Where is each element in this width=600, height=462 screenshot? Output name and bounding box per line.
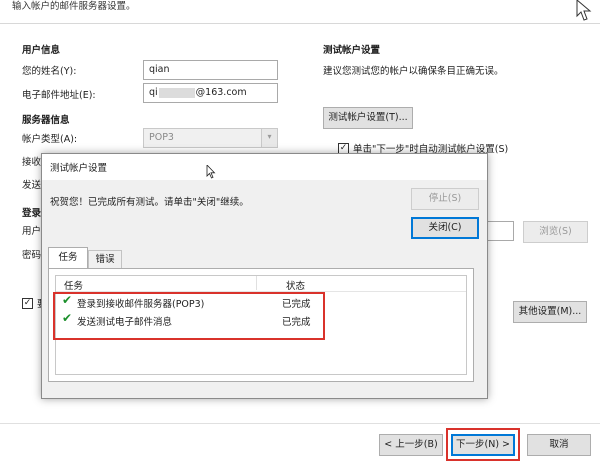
column-header-status[interactable]: 状态 bbox=[286, 278, 305, 292]
name-field[interactable]: qian bbox=[143, 60, 278, 80]
dialog-title: 测试帐户设置 bbox=[50, 163, 108, 174]
chevron-down-icon: ▾ bbox=[261, 129, 277, 147]
footer-divider bbox=[0, 423, 600, 424]
close-button[interactable]: 关闭(C) bbox=[411, 217, 479, 239]
email-label: 电子邮件地址(E): bbox=[22, 90, 96, 101]
test-settings-dialog: 测试帐户设置 祝贺您！已完成所有测试。请单击"关闭"继续。 停止(S) 关闭(C… bbox=[41, 153, 488, 399]
test-settings-title: 测试帐户设置 bbox=[323, 45, 381, 56]
dialog-titlebar bbox=[42, 154, 487, 180]
tab-errors[interactable]: 错误 bbox=[88, 250, 122, 269]
header-text: 输入帐户的邮件服务器设置。 bbox=[12, 1, 136, 12]
test-account-settings-button[interactable]: 测试帐户设置(T)... bbox=[323, 107, 413, 129]
incoming-server-label: 接收 bbox=[22, 157, 42, 168]
test-settings-description: 建议您测试您的帐户以确保条目正确无误。 bbox=[323, 66, 504, 77]
tasks-highlight bbox=[53, 292, 325, 340]
user-info-title: 用户信息 bbox=[22, 45, 61, 56]
tab-tasks-label: 任务 bbox=[58, 252, 78, 263]
back-button[interactable]: < 上一步(B) bbox=[379, 434, 443, 456]
account-type-label: 帐户类型(A): bbox=[22, 134, 78, 145]
email-field[interactable]: qi @163.com bbox=[143, 83, 278, 103]
dialog-message: 祝贺您！已完成所有测试。请单击"关闭"继续。 bbox=[50, 197, 249, 208]
email-prefix: qi bbox=[149, 87, 158, 98]
remember-password-checkbox[interactable]: ✓ bbox=[22, 298, 33, 309]
cancel-button[interactable]: 取消 bbox=[527, 434, 591, 456]
header-divider bbox=[0, 23, 600, 24]
password-label: 密码 bbox=[22, 250, 42, 261]
tab-errors-label: 错误 bbox=[95, 254, 115, 265]
account-type-select: POP3 ▾ bbox=[143, 128, 278, 148]
login-info-title: 登录 bbox=[22, 208, 42, 219]
outgoing-server-label: 发送 bbox=[22, 180, 42, 191]
more-settings-button[interactable]: 其他设置(M)... bbox=[513, 301, 587, 323]
column-header-task[interactable]: 任务 bbox=[64, 278, 83, 292]
stop-button[interactable]: 停止(S) bbox=[411, 188, 479, 210]
server-info-title: 服务器信息 bbox=[22, 115, 70, 126]
column-divider bbox=[256, 276, 257, 290]
mouse-cursor-icon bbox=[576, 0, 592, 21]
user-name-label: 用户 bbox=[22, 226, 42, 237]
tab-tasks[interactable]: 任务 bbox=[48, 247, 88, 269]
next-button-highlight bbox=[446, 428, 520, 461]
account-type-value: POP3 bbox=[149, 132, 174, 143]
name-label: 您的姓名(Y): bbox=[22, 66, 77, 77]
cursor-arrow-icon bbox=[206, 165, 216, 179]
email-redaction bbox=[158, 87, 195, 98]
browse-button[interactable]: 浏览(S) bbox=[523, 221, 588, 243]
email-suffix: @163.com bbox=[195, 87, 247, 98]
